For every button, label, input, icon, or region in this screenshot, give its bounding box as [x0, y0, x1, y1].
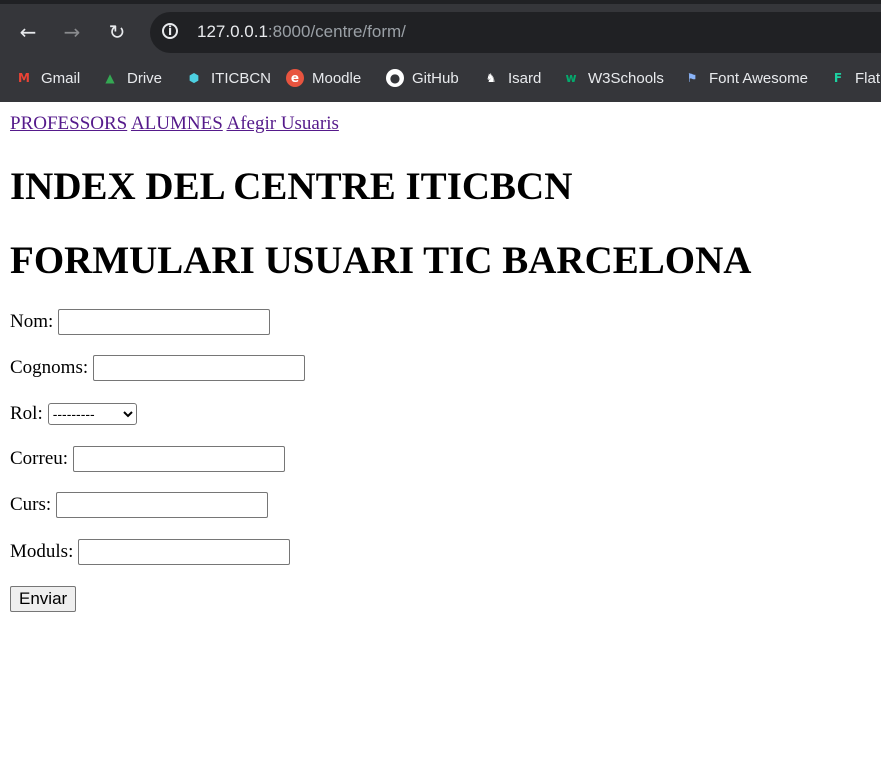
bookmark-font-awesome[interactable]: ⚑ Font Awesome [683, 66, 808, 90]
nav-links: PROFESSORS ALUMNES Afegir Usuaris [10, 113, 339, 135]
flaticon-icon: F [833, 71, 843, 85]
bookmark-iticbcn[interactable]: ⬢ ITICBCN [185, 66, 271, 90]
gmail-icon: M [18, 71, 30, 85]
moduls-row: Moduls: [10, 539, 291, 565]
moodle-icon: e [286, 69, 304, 87]
isard-icon: ♞ [485, 71, 497, 85]
correu-row: Correu: [10, 446, 286, 472]
drive-icon: ▲ [105, 71, 115, 85]
curs-row: Curs: [10, 492, 269, 518]
cognoms-label: Cognoms: [10, 357, 89, 378]
curs-label: Curs: [10, 494, 52, 515]
link-professors[interactable]: PROFESSORS [10, 113, 127, 134]
bookmarks-bar: M Gmail ▲ Drive ⬢ ITICBCN e Moodle ● GitHub ♞… [0, 56, 881, 102]
nom-label: Nom: [10, 311, 54, 332]
github-icon: ● [386, 69, 404, 87]
moduls-label: Moduls: [10, 541, 74, 562]
address-bar[interactable]: i 127.0.0.1:8000/centre/form/ [150, 12, 881, 53]
reload-icon: ↻ [108, 20, 126, 44]
url-text[interactable]: 127.0.0.1:8000/centre/form/ [197, 22, 406, 42]
toolbar: ← → ↻ i 127.0.0.1:8000/centre/form/ [0, 0, 881, 56]
moduls-input[interactable] [78, 539, 291, 565]
cognoms-row: Cognoms: [10, 355, 306, 381]
correu-input[interactable] [73, 446, 286, 472]
nom-input[interactable] [58, 309, 271, 335]
bookmark-flat[interactable]: F Flat [829, 66, 880, 90]
cognoms-input[interactable] [93, 355, 306, 381]
flag-icon: ⚑ [686, 71, 698, 85]
browser-chrome: ← → ↻ i 127.0.0.1:8000/centre/form/ M Gma… [0, 0, 881, 102]
bookmark-gmail[interactable]: M Gmail [15, 66, 80, 90]
form-title: FORMULARI USUARI TIC BARCELONA [10, 239, 752, 282]
reload-button[interactable]: ↻ [103, 18, 131, 46]
info-icon[interactable]: i [162, 23, 178, 39]
bookmark-w3schools[interactable]: w W3Schools [562, 66, 663, 90]
submit-button[interactable]: Enviar [10, 586, 77, 612]
bookmark-github[interactable]: ● GitHub [386, 66, 459, 90]
rol-row: Rol: --------- [10, 403, 137, 425]
arrow-left-icon: ← [19, 20, 37, 44]
back-button[interactable]: ← [14, 18, 42, 46]
page-title: INDEX DEL CENTRE ITICBCN [10, 165, 573, 208]
link-afegir-usuaris[interactable]: Afegir Usuaris [226, 113, 338, 134]
curs-input[interactable] [56, 492, 269, 518]
forward-button[interactable]: → [58, 18, 86, 46]
iticbcn-icon: ⬢ [188, 71, 200, 85]
bookmark-isard[interactable]: ♞ Isard [482, 66, 542, 90]
link-alumnes[interactable]: ALUMNES [131, 113, 223, 134]
nom-row: Nom: [10, 309, 271, 335]
bookmark-moodle[interactable]: e Moodle [286, 66, 361, 90]
correu-label: Correu: [10, 448, 69, 469]
rol-select[interactable]: --------- [47, 403, 137, 425]
page-content: PROFESSORS ALUMNES Afegir Usuaris INDEX … [0, 102, 881, 772]
arrow-right-icon: → [63, 20, 81, 44]
w3schools-icon: w [565, 71, 577, 85]
rol-label: Rol: [10, 403, 43, 424]
bookmark-drive[interactable]: ▲ Drive [101, 66, 162, 90]
